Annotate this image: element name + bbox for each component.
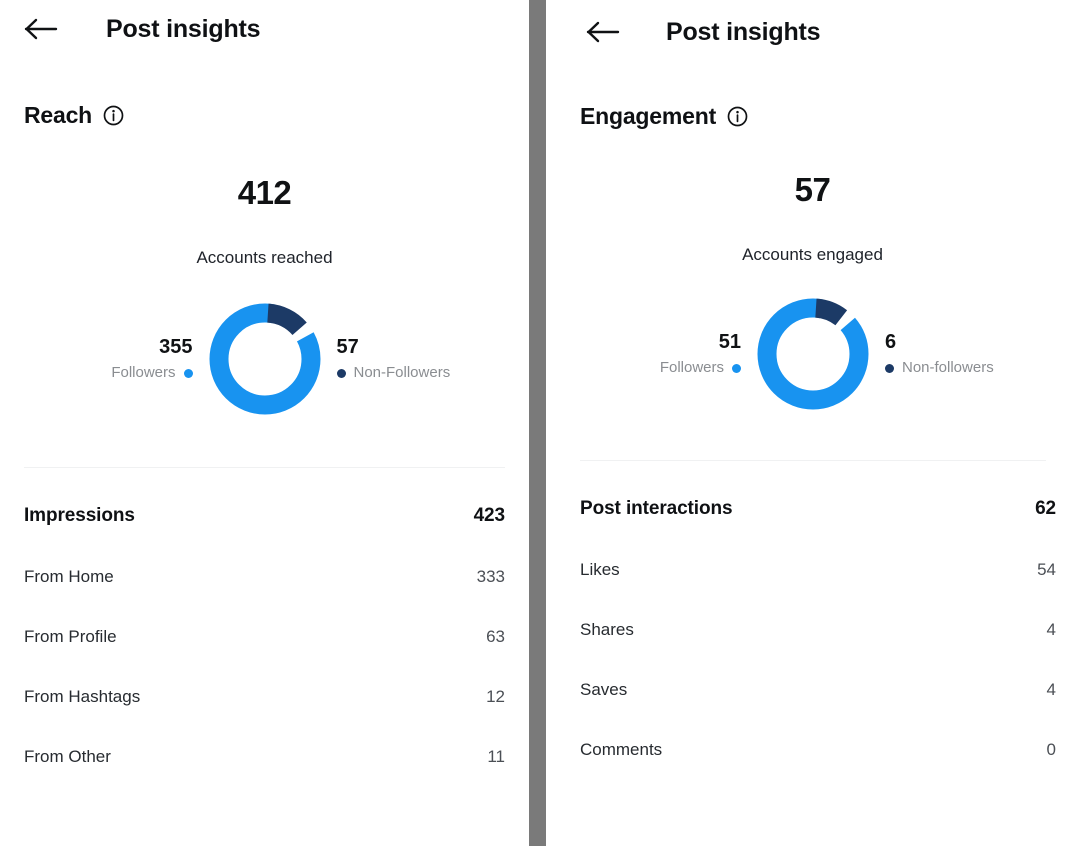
list-item[interactable]: Shares 4 — [580, 620, 1056, 640]
row-value: 4 — [1046, 680, 1056, 699]
info-circle-icon[interactable] — [727, 106, 748, 127]
donut-segment-followers — [757, 298, 869, 410]
engagement-panel: Post insights Engagement 57 Accounts eng… — [546, 0, 1080, 846]
row-label: From Profile — [24, 627, 117, 646]
section-title: Engagement — [580, 103, 717, 129]
post-interactions-header: Post interactions 62 — [580, 498, 1056, 520]
back-button[interactable] — [580, 12, 626, 52]
reach-donut-chart — [209, 303, 320, 415]
row-value: 0 — [1046, 740, 1056, 759]
legend-followers-label: Followers — [111, 364, 176, 382]
row-label: From Home — [24, 567, 114, 586]
followers-color-dot — [183, 368, 193, 378]
row-value: 333 — [476, 567, 505, 586]
section-title: Reach — [24, 102, 93, 128]
reach-metric: 412 Accounts reached — [0, 176, 529, 266]
row-label: From Other — [24, 747, 111, 766]
metric-label: Accounts reached — [196, 248, 333, 267]
row-value: 12 — [486, 687, 505, 706]
info-circle-icon[interactable] — [103, 105, 124, 126]
impressions-label: Impressions — [24, 505, 135, 526]
engagement-donut-block: 51 Followers 6 Non-followers — [546, 298, 1080, 410]
list-item[interactable]: Saves 4 — [580, 680, 1056, 700]
legend-non-followers-label: Non-followers — [902, 359, 994, 377]
metric-value: 57 — [794, 171, 831, 208]
non-followers-color-dot — [336, 368, 346, 378]
row-value: 4 — [1046, 620, 1056, 639]
metric-value: 412 — [237, 174, 292, 211]
legend-non-followers: 57 Non-Followers — [321, 336, 487, 381]
impressions-total: 423 — [473, 505, 506, 526]
list-item[interactable]: From Hashtags 12 — [24, 687, 505, 707]
list-item[interactable]: From Home 333 — [24, 567, 505, 587]
non-followers-color-dot — [885, 363, 894, 373]
metric-label: Accounts engaged — [742, 245, 883, 264]
page-title: Post insights — [666, 17, 821, 46]
page-title: Post insights — [106, 14, 261, 43]
list-item[interactable]: From Profile 63 — [24, 627, 505, 647]
engagement-metric: 57 Accounts engaged — [546, 173, 1079, 263]
list-item[interactable]: Comments 0 — [580, 740, 1056, 760]
post-interactions-label: Post interactions — [580, 498, 733, 519]
row-label: From Hashtags — [24, 687, 141, 706]
legend-non-followers-value: 6 — [885, 331, 897, 354]
arrow-left-icon — [586, 20, 620, 44]
list-item[interactable]: From Other 11 — [24, 747, 505, 767]
legend-non-followers-value: 57 — [336, 336, 359, 359]
legend-followers-value: 51 — [718, 331, 741, 354]
row-label: Saves — [580, 680, 628, 699]
reach-panel: Post insights Reach 412 Accounts reached… — [0, 0, 529, 846]
right-topbar: Post insights — [546, 0, 1080, 64]
legend-followers-label: Followers — [659, 359, 724, 377]
legend-followers: 51 Followers — [591, 331, 757, 376]
back-button[interactable] — [18, 9, 64, 49]
row-label: Likes — [580, 560, 620, 579]
reach-donut-block: 355 Followers 57 Non-Followers — [0, 303, 529, 415]
legend-followers: 355 Followers — [43, 336, 209, 381]
row-label: Comments — [580, 740, 663, 759]
followers-color-dot — [732, 363, 741, 373]
post-interactions-total: 62 — [1035, 498, 1056, 519]
panel-divider-strip — [529, 0, 546, 846]
list-item[interactable]: Likes 54 — [580, 560, 1056, 580]
post-insights-screen: Post insights Reach 412 Accounts reached… — [0, 0, 1080, 846]
reach-section-header: Reach — [24, 102, 529, 129]
arrow-left-icon — [24, 17, 58, 41]
engagement-donut-chart — [757, 298, 869, 410]
section-divider — [24, 467, 505, 468]
row-value: 54 — [1037, 560, 1056, 579]
row-value: 11 — [487, 747, 505, 766]
row-value: 63 — [486, 627, 505, 646]
row-label: Shares — [580, 620, 634, 639]
impressions-header: Impressions 423 — [24, 505, 505, 527]
legend-non-followers: 6 Non-followers — [869, 331, 1035, 376]
legend-non-followers-label: Non-Followers — [353, 364, 451, 382]
legend-followers-value: 355 — [159, 336, 193, 359]
section-divider — [580, 460, 1046, 461]
left-topbar: Post insights — [0, 0, 529, 58]
engagement-section-header: Engagement — [580, 103, 1080, 130]
